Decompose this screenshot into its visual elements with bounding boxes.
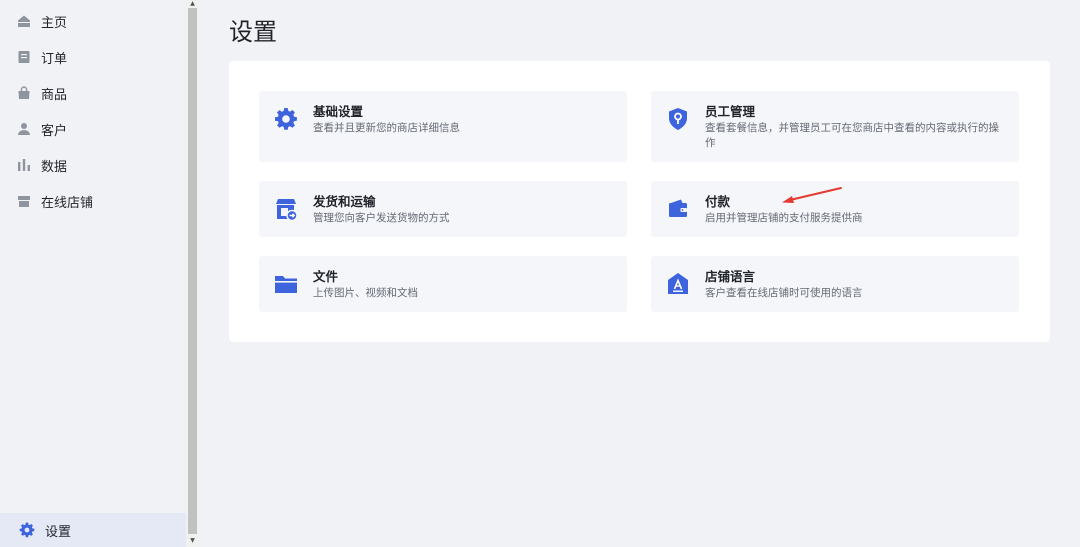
sidebar-item-label: 设置: [45, 524, 72, 540]
settings-card-basic[interactable]: 基础设置 查看并且更新您的商店详细信息: [259, 91, 627, 162]
card-description: 启用并管理店铺的支付服务提供商: [705, 212, 863, 224]
gear-icon: [274, 107, 298, 131]
store-icon: [17, 194, 31, 208]
sidebar-scrollbar[interactable]: ▲ ▼: [186, 0, 199, 547]
language-icon: [666, 272, 690, 296]
sidebar-item-label: 商品: [41, 87, 68, 103]
sidebar-item-settings[interactable]: 设置: [0, 513, 186, 547]
wallet-icon: [666, 197, 690, 221]
card-description: 客户查看在线店铺时可使用的语言: [705, 287, 863, 299]
settings-card-files[interactable]: 文件 上传图片、视频和文档: [259, 256, 627, 312]
settings-card-language[interactable]: 店铺语言 客户查看在线店铺时可使用的语言: [651, 256, 1019, 312]
card-description: 查看套餐信息，并管理员工可在您商店中查看的内容或执行的操作: [705, 122, 999, 149]
analytics-icon: [17, 158, 31, 172]
sidebar-item-label: 主页: [41, 15, 68, 31]
sidebar-item-analytics[interactable]: 数据: [0, 147, 186, 183]
settings-card-staff[interactable]: 员工管理 查看套餐信息，并管理员工可在您商店中查看的内容或执行的操作: [651, 91, 1019, 162]
sidebar-item-label: 订单: [41, 51, 68, 67]
sidebar-item-home[interactable]: 主页: [0, 3, 186, 39]
folder-icon: [274, 272, 298, 296]
sidebar-item-orders[interactable]: 订单: [0, 39, 186, 75]
home-icon: [17, 14, 31, 28]
page-title: 设置: [229, 18, 277, 46]
sidebar-item-label: 数据: [41, 159, 68, 175]
scroll-down-icon[interactable]: ▼: [186, 537, 199, 545]
card-title: 文件: [313, 269, 339, 284]
products-icon: [17, 86, 31, 100]
sidebar-item-label: 在线店铺: [41, 195, 94, 211]
card-title: 员工管理: [705, 104, 756, 119]
card-title: 付款: [705, 194, 731, 209]
card-description: 上传图片、视频和文档: [313, 287, 418, 299]
sidebar-item-label: 客户: [41, 123, 68, 139]
orders-icon: [17, 50, 31, 64]
scroll-up-icon[interactable]: ▲: [186, 0, 199, 8]
card-description: 查看并且更新您的商店详细信息: [313, 122, 460, 134]
sidebar: 主页 订单 商品 客户 数据 在线店铺 设置: [0, 0, 186, 547]
settings-panel: 基础设置 查看并且更新您的商店详细信息 员工管理 查看套餐信息，并管理员工可在您…: [229, 61, 1050, 342]
card-title: 基础设置: [313, 104, 364, 119]
settings-card-payment[interactable]: 付款 启用并管理店铺的支付服务提供商: [651, 181, 1019, 237]
shipping-icon: [274, 197, 298, 221]
scroll-thumb[interactable]: [188, 8, 197, 534]
sidebar-item-products[interactable]: 商品: [0, 75, 186, 111]
gear-icon: [19, 522, 35, 538]
customer-icon: [17, 122, 31, 136]
sidebar-item-customers[interactable]: 客户: [0, 111, 186, 147]
card-title: 发货和运输: [313, 194, 376, 209]
sidebar-item-online-store[interactable]: 在线店铺: [0, 183, 186, 219]
settings-card-shipping[interactable]: 发货和运输 管理您向客户发送货物的方式: [259, 181, 627, 237]
card-description: 管理您向客户发送货物的方式: [313, 212, 450, 224]
card-title: 店铺语言: [705, 269, 756, 284]
shield-icon: [666, 107, 690, 131]
